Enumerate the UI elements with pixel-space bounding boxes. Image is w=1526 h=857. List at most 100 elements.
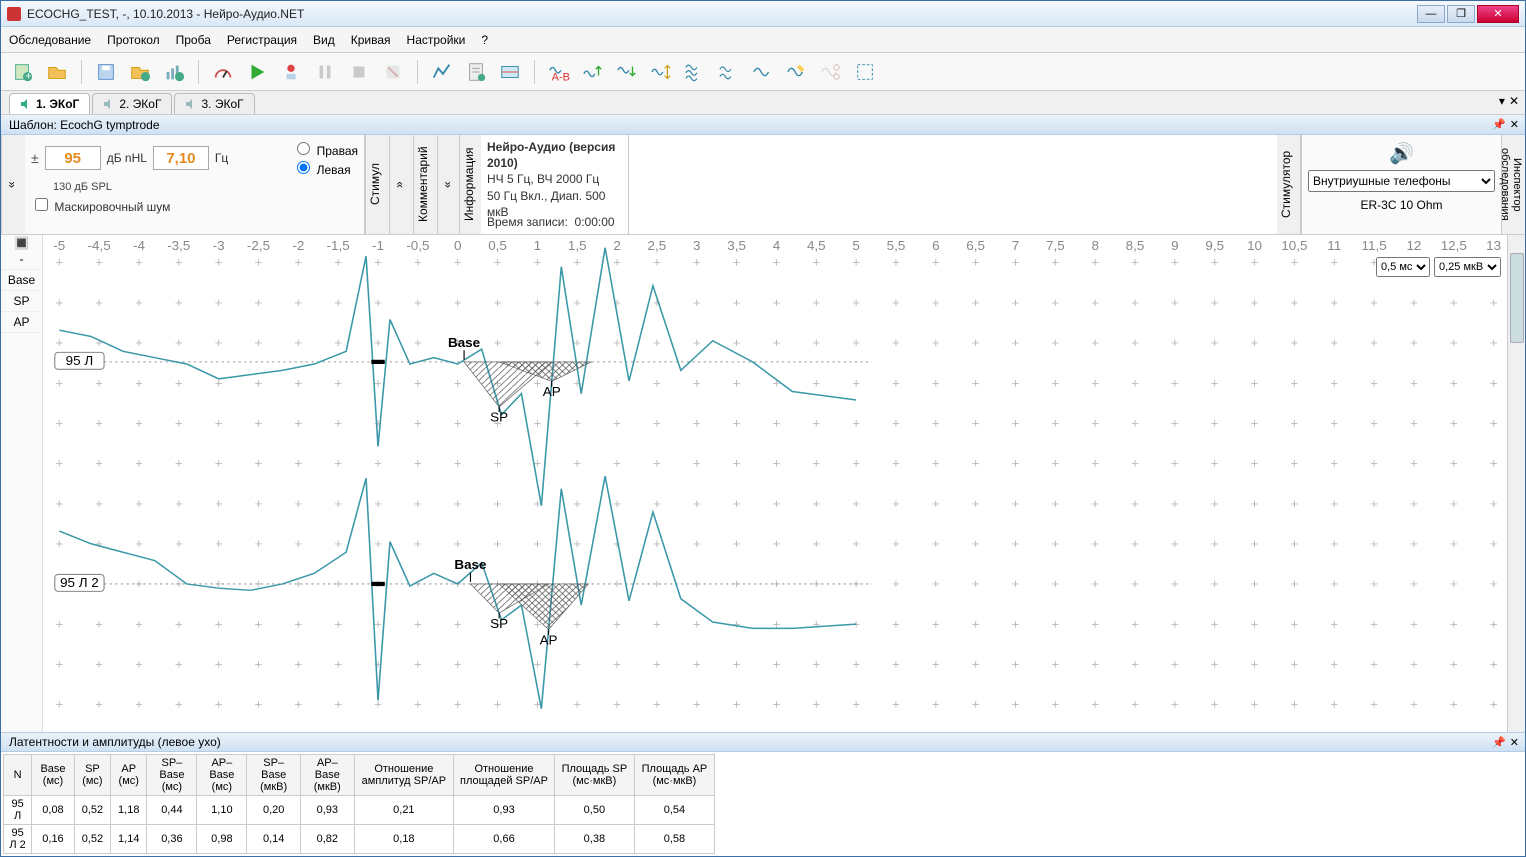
col-header[interactable]: Отношение площадей SP/AP: [454, 755, 555, 796]
maximize-button[interactable]: ❐: [1447, 5, 1475, 23]
minimize-button[interactable]: —: [1417, 5, 1445, 23]
close-button[interactable]: ✕: [1477, 5, 1519, 23]
plus-minus-icon: ±: [31, 150, 39, 166]
svg-text:+: +: [414, 376, 422, 391]
svg-text:+: +: [1211, 335, 1219, 350]
tb-pause[interactable]: [311, 58, 339, 86]
menu-Кривая[interactable]: Кривая: [351, 33, 391, 47]
menu-?[interactable]: ?: [481, 33, 488, 47]
svg-text:+: +: [1251, 335, 1259, 350]
col-header[interactable]: AP–Base (мкВ): [300, 755, 354, 796]
stimulator-vert-label[interactable]: Стимулятор: [1277, 135, 1301, 234]
tb-open-exam[interactable]: [43, 58, 71, 86]
tb-new-exam[interactable]: +: [9, 58, 37, 86]
tab-menu-icon[interactable]: ▾: [1499, 94, 1505, 108]
tb-save[interactable]: [92, 58, 120, 86]
tab-1[interactable]: 2. ЭКоГ: [92, 93, 172, 114]
svg-text:+: +: [1410, 536, 1418, 551]
col-header[interactable]: Отношение амплитуд SP/AP: [354, 755, 454, 796]
col-header[interactable]: N: [4, 755, 32, 796]
tb-reject[interactable]: [379, 58, 407, 86]
svg-text:+: +: [494, 496, 502, 511]
col-header[interactable]: SP–Base (мкВ): [247, 755, 301, 796]
col-header[interactable]: Площадь AP (мс·мкВ): [634, 755, 714, 796]
svg-text:10,5: 10,5: [1281, 238, 1307, 253]
side-right-radio[interactable]: Правая: [292, 139, 358, 158]
tb-wave-multi[interactable]: [681, 58, 709, 86]
marker-btn-ap[interactable]: AP: [1, 312, 42, 333]
col-header[interactable]: Base (мс): [32, 755, 75, 796]
chart-column: « ± дБ nHL Гц Правая Левая 130 дБ SPL: [1, 135, 1525, 732]
body-area: « ± дБ nHL Гц Правая Левая 130 дБ SPL: [1, 135, 1525, 732]
svg-text:+: +: [1290, 335, 1298, 350]
tb-wave-up[interactable]: [579, 58, 607, 86]
svg-text:+: +: [334, 255, 342, 270]
col-header[interactable]: AP (мс): [111, 755, 147, 796]
menu-Обследование[interactable]: Обследование: [9, 33, 91, 47]
table-row[interactable]: 95 Л0,080,521,180,441,100,200,930,210,93…: [4, 796, 715, 825]
svg-text:+: +: [215, 496, 223, 511]
tb-stop[interactable]: [345, 58, 373, 86]
tb-wave-updown[interactable]: [647, 58, 675, 86]
intensity-input[interactable]: [45, 146, 101, 170]
tb-play[interactable]: [243, 58, 271, 86]
comment-vert-label[interactable]: Комментарий: [413, 135, 437, 234]
svg-text:+: +: [1330, 295, 1338, 310]
side-left-radio[interactable]: Левая: [292, 158, 358, 177]
tb-stop-record[interactable]: [277, 58, 305, 86]
bottom-pin-icon[interactable]: 📌: [1492, 736, 1506, 749]
time-scale-select[interactable]: 0,5 мс: [1376, 257, 1430, 277]
table-row[interactable]: 95 Л 20,160,521,140,360,980,140,820,180,…: [4, 825, 715, 854]
menu-Вид[interactable]: Вид: [313, 33, 335, 47]
col-header[interactable]: Площадь SP (мс·мкВ): [554, 755, 634, 796]
tb-window-fit[interactable]: [496, 58, 524, 86]
tb-select-rect[interactable]: [851, 58, 879, 86]
inspector-tab[interactable]: Инспектор обследования: [1501, 135, 1525, 234]
svg-text:A-B: A-B: [552, 71, 570, 83]
tb-analysis[interactable]: [428, 58, 456, 86]
tb-wave-down[interactable]: [613, 58, 641, 86]
marker-btn-base[interactable]: Base: [1, 270, 42, 291]
waveform-chart[interactable]: 🔳 - Base SP AP 0,5 мс 0,25 мкВ -5-4,5-4-…: [1, 235, 1525, 732]
tb-gauge[interactable]: [209, 58, 237, 86]
tb-wave-cut[interactable]: [817, 58, 845, 86]
tb-wave-edit[interactable]: [783, 58, 811, 86]
tb-chart-settings[interactable]: [160, 58, 188, 86]
stimul-collapse[interactable]: «: [1, 135, 25, 234]
menu-Настройки[interactable]: Настройки: [407, 33, 466, 47]
svg-text:+: +: [1211, 577, 1219, 592]
tb-wave-pair[interactable]: [715, 58, 743, 86]
pin-icon[interactable]: 📌: [1492, 118, 1506, 131]
info-collapse[interactable]: «: [437, 135, 459, 234]
tb-report[interactable]: [462, 58, 490, 86]
amp-scale-select[interactable]: 0,25 мкВ: [1434, 257, 1501, 277]
svg-text:+: +: [1051, 657, 1059, 672]
comment-expand[interactable]: »: [389, 135, 413, 234]
tab-close-icon[interactable]: ✕: [1509, 94, 1519, 108]
tab-2[interactable]: 3. ЭКоГ: [174, 93, 254, 114]
svg-text:+: +: [1410, 295, 1418, 310]
menu-Регистрация[interactable]: Регистрация: [227, 33, 297, 47]
svg-text:+: +: [932, 617, 940, 632]
masking-checkbox[interactable]: Маскировочный шум: [31, 200, 170, 214]
chart-scrollbar[interactable]: [1507, 235, 1525, 732]
panel-close-icon[interactable]: ✕: [1510, 118, 1519, 131]
col-header[interactable]: SP (мс): [74, 755, 110, 796]
rate-input[interactable]: [153, 146, 209, 170]
col-header[interactable]: SP–Base (мс): [147, 755, 197, 796]
menu-Проба[interactable]: Проба: [176, 33, 211, 47]
transducer-select[interactable]: Внутриушные телефоны: [1308, 170, 1495, 192]
tb-wave-ab[interactable]: A-B: [545, 58, 573, 86]
col-header[interactable]: AP–Base (мс): [197, 755, 247, 796]
bottom-close-icon[interactable]: ✕: [1510, 736, 1519, 749]
info-vert-label[interactable]: Информация: [459, 135, 481, 234]
stimul-vert-label[interactable]: Стимул: [365, 135, 389, 234]
marker-btn-dash[interactable]: -: [1, 249, 42, 270]
tb-wave-single[interactable]: [749, 58, 777, 86]
svg-text:+: +: [653, 416, 661, 431]
menu-Протокол[interactable]: Протокол: [107, 33, 160, 47]
marker-btn-sp[interactable]: SP: [1, 291, 42, 312]
svg-text:12: 12: [1406, 238, 1421, 253]
tab-0[interactable]: 1. ЭКоГ: [9, 93, 90, 114]
tb-save-as[interactable]: [126, 58, 154, 86]
